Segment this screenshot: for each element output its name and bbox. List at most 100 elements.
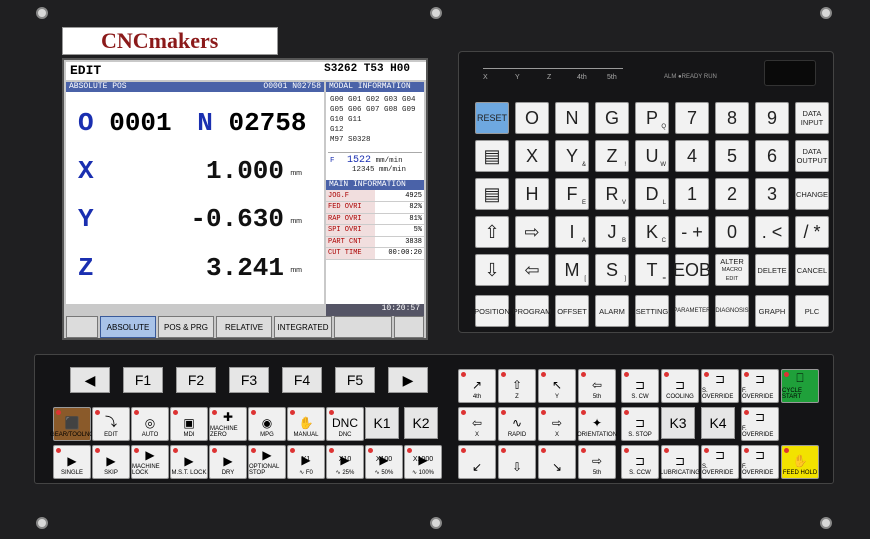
spindle-key-s-ccw[interactable]: ⊐ S. CCW bbox=[621, 445, 659, 479]
mode-key-mdi[interactable]: ▣ MDI bbox=[170, 407, 208, 441]
jog-key-orientation[interactable]: ✦ ORIENTATION bbox=[577, 407, 617, 441]
jog-key-y[interactable]: ↖ Y bbox=[538, 369, 576, 403]
spindle-key-s-stop[interactable]: ⊐ S. STOP bbox=[621, 407, 659, 441]
key-4[interactable]: 4 bbox=[675, 140, 709, 172]
key-d[interactable]: DL bbox=[635, 178, 669, 210]
mode-key-gear-toolno[interactable]: ⬛ GEAR/TOOLNO bbox=[50, 407, 94, 441]
key-s[interactable]: S] bbox=[595, 254, 629, 286]
jog-key-arrow[interactable]: ↙ bbox=[458, 445, 496, 479]
key-symbol[interactable]: ⇨ bbox=[515, 216, 549, 248]
mode-key-dry[interactable]: ▶ DRY bbox=[209, 445, 247, 479]
key-symbol[interactable]: ⇧ bbox=[475, 216, 509, 248]
mode-key-dnc[interactable]: DNC DNC bbox=[326, 407, 364, 441]
jog-key-4th[interactable]: ↗ 4th bbox=[458, 369, 496, 403]
jog-key-arrow[interactable]: ↘ bbox=[538, 445, 576, 479]
jog-key-x[interactable]: ⇨ X bbox=[538, 407, 576, 441]
mode-key-machine-zero[interactable]: ✚ MACHINE ZERO bbox=[209, 407, 247, 441]
spindle-key-f-override[interactable]: ⊐ F. OVERRIDE bbox=[741, 369, 779, 403]
key-8[interactable]: 8 bbox=[715, 102, 749, 134]
mode-key-edit[interactable]: ⤵ EDIT bbox=[92, 407, 130, 441]
key-1[interactable]: 1 bbox=[675, 178, 709, 210]
func-key-offset[interactable]: OFFSET bbox=[555, 295, 589, 327]
key-g[interactable]: G bbox=[595, 102, 629, 134]
key-symbol[interactable]: ⇩ bbox=[475, 254, 509, 286]
spindle-key-feed-hold[interactable]: ✋ FEED HOLD bbox=[781, 445, 819, 479]
mode-key-single[interactable]: ▶ SINGLE bbox=[53, 445, 91, 479]
func-key-alarm[interactable]: ALARM bbox=[595, 295, 629, 327]
mode-key-optional-stop[interactable]: ▶ OPTIONAL STOP bbox=[248, 445, 286, 479]
mode-key-50[interactable]: ▶ ∿ 50% X100 bbox=[365, 445, 403, 479]
spindle-key-cycle-start[interactable]: ⎕ CYCLE START bbox=[781, 369, 819, 403]
fkey-symbol[interactable]: ◀ bbox=[70, 367, 110, 393]
mode-key-auto[interactable]: ◎ AUTO bbox=[131, 407, 169, 441]
func-key-plc[interactable]: PLC bbox=[795, 295, 829, 327]
fkey-f4[interactable]: F4 bbox=[282, 367, 322, 393]
func-key-setting[interactable]: SETTING bbox=[635, 295, 669, 327]
key-k4[interactable]: K4 bbox=[701, 407, 735, 439]
key-k2[interactable]: K2 bbox=[404, 407, 438, 439]
spindle-key-s-override[interactable]: ⊐ S. OVERRIDE bbox=[701, 369, 739, 403]
fkey-f1[interactable]: F1 bbox=[123, 367, 163, 393]
softkey-relative[interactable]: RELATIVE bbox=[216, 316, 272, 338]
key-delete[interactable]: DELETE bbox=[755, 254, 789, 286]
softkey-integrated[interactable]: INTEGRATED bbox=[274, 316, 332, 338]
mode-key-f0[interactable]: ▶ ∿ F0 X1 bbox=[287, 445, 325, 479]
fkey-f2[interactable]: F2 bbox=[176, 367, 216, 393]
key-j[interactable]: JB bbox=[595, 216, 629, 248]
key-alter[interactable]: ALTER MACRO EDIT bbox=[715, 254, 749, 286]
key-data-input[interactable]: DATA INPUT bbox=[795, 102, 829, 134]
mode-key-manual[interactable]: ✋ MANUAL bbox=[287, 407, 325, 441]
key-h[interactable]: H bbox=[515, 178, 549, 210]
key-y[interactable]: Y & bbox=[555, 140, 589, 172]
key-reset[interactable]: RESET bbox=[475, 102, 509, 134]
spindle-key-s-override[interactable]: ⊐ S. OVERRIDE bbox=[701, 445, 739, 479]
spindle-key-cooling[interactable]: ⊐ COOLING bbox=[661, 369, 699, 403]
key-i[interactable]: IA bbox=[555, 216, 589, 248]
key-7[interactable]: 7 bbox=[675, 102, 709, 134]
key-cancel[interactable]: CANCEL bbox=[795, 254, 829, 286]
key-o[interactable]: O bbox=[515, 102, 549, 134]
key-6[interactable]: 6 bbox=[755, 140, 789, 172]
mode-key-mpg[interactable]: ◉ MPG bbox=[248, 407, 286, 441]
key-n[interactable]: N bbox=[555, 102, 589, 134]
key-9[interactable]: 9 bbox=[755, 102, 789, 134]
jog-key-5th[interactable]: ⇨ 5th bbox=[578, 445, 616, 479]
func-key-position[interactable]: POSITION bbox=[474, 295, 510, 327]
key-m[interactable]: M[ bbox=[555, 254, 589, 286]
key-k[interactable]: KC bbox=[635, 216, 669, 248]
fkey-f3[interactable]: F3 bbox=[229, 367, 269, 393]
key-symbol[interactable]: ▤ bbox=[475, 178, 509, 210]
func-key-graph[interactable]: GRAPH bbox=[755, 295, 789, 327]
jog-key-z[interactable]: ⇧ Z bbox=[498, 369, 536, 403]
key-data-output[interactable]: DATA OUTPUT bbox=[795, 140, 829, 172]
key-2[interactable]: 2 bbox=[715, 178, 749, 210]
key-z[interactable]: Z! bbox=[595, 140, 629, 172]
mode-key-machine-lock[interactable]: ▶ MACHINE LOCK bbox=[131, 445, 169, 479]
key-symbol[interactable]: ▤ bbox=[475, 140, 509, 172]
mode-key-25[interactable]: ▶ ∿ 25% X10 bbox=[326, 445, 364, 479]
key-eob[interactable]: EOB bbox=[673, 254, 711, 286]
softkey-blank[interactable] bbox=[394, 316, 424, 338]
key-switch[interactable] bbox=[764, 60, 816, 86]
softkey-pos-prg[interactable]: POS & PRG bbox=[158, 316, 214, 338]
softkey-blank[interactable] bbox=[66, 316, 98, 338]
fkey-f5[interactable]: F5 bbox=[335, 367, 375, 393]
key-k3[interactable]: K3 bbox=[661, 407, 695, 439]
key-symbol[interactable]: / * bbox=[795, 216, 829, 248]
key-5[interactable]: 5 bbox=[715, 140, 749, 172]
key-symbol[interactable]: . < bbox=[755, 216, 789, 248]
key-3[interactable]: 3 bbox=[755, 178, 789, 210]
func-key-parameter[interactable]: PARAMETER bbox=[674, 295, 710, 327]
func-key-program[interactable]: PROGRAM bbox=[513, 295, 551, 327]
mode-key-skip[interactable]: ▶ SKIP bbox=[92, 445, 130, 479]
softkey-absolute[interactable]: ABSOLUTE bbox=[100, 316, 156, 338]
softkey-blank[interactable] bbox=[334, 316, 392, 338]
key-k1[interactable]: K1 bbox=[365, 407, 399, 439]
func-key-diagnosis[interactable]: DIAGNOSIS bbox=[715, 295, 749, 327]
jog-key-rapid[interactable]: ∿ RAPID bbox=[498, 407, 536, 441]
key-t[interactable]: T = bbox=[635, 254, 669, 286]
jog-key-x[interactable]: ⇦ X bbox=[458, 407, 496, 441]
jog-key-5th[interactable]: ⇦ 5th bbox=[578, 369, 616, 403]
mode-key-m-s-t-lock[interactable]: ▶ M.S.T. LOCK bbox=[170, 445, 208, 479]
key-f[interactable]: FE bbox=[555, 178, 589, 210]
